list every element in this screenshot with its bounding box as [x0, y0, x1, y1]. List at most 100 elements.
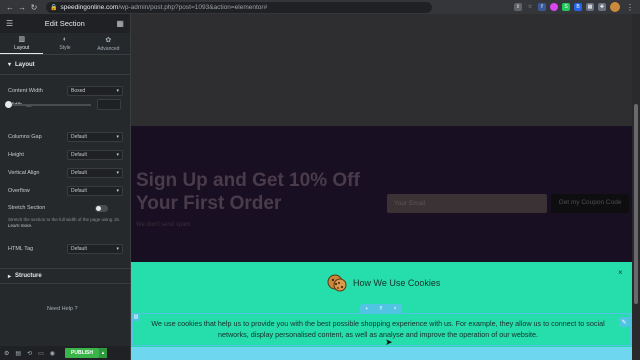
chevron-down-icon: ▾ — [116, 134, 119, 140]
edit-widget-pencil-icon[interactable]: ✎ — [619, 317, 629, 327]
chevron-down-icon: ▾ — [116, 246, 119, 252]
cookie-icon — [327, 274, 347, 292]
select-value: Default — [71, 188, 87, 194]
signup-heading: Sign Up and Get 10% Off Your First Order — [136, 170, 360, 214]
panel-footer: ⚙ ▤ ⟲ ▭ ◉ PUBLISH ▴ — [0, 346, 130, 360]
drag-section-icon[interactable]: ⠿ — [379, 306, 383, 312]
chevron-down-icon: ▾ — [116, 170, 119, 176]
email-field[interactable]: Your Email — [387, 194, 547, 213]
content-width-control: Content Width Boxed ▾ — [8, 85, 123, 97]
tab-style[interactable]: ◐ Style — [43, 33, 86, 54]
preview-scrollbar-thumb[interactable] — [634, 104, 638, 304]
width-slider-track[interactable] — [9, 104, 91, 106]
star-icon[interactable]: ☆ — [526, 3, 534, 11]
tab-label: Layout — [14, 45, 30, 51]
responsive-icon[interactable]: ▭ — [38, 350, 44, 357]
puzzle-icon[interactable]: ✚ — [598, 3, 606, 11]
html-tag-label: HTML Tag — [8, 246, 34, 252]
columns-gap-label: Columns Gap — [8, 134, 42, 140]
signup-subtitle: We don't send spam — [136, 222, 191, 228]
content-width-select[interactable]: Boxed ▾ — [67, 86, 123, 96]
learn-more-link[interactable]: Learn more. — [8, 223, 32, 228]
ext-b-icon[interactable]: B — [574, 3, 582, 11]
add-section-icon[interactable]: + — [365, 306, 368, 312]
signup-section: Sign Up and Get 10% Off Your First Order… — [131, 126, 632, 262]
mouse-cursor-icon: ➤ — [385, 337, 393, 347]
get-coupon-button[interactable]: Get my Coupon Code — [551, 194, 629, 213]
close-icon[interactable]: × — [618, 268, 623, 277]
extension-bar: ⇪ ☆ f S B ▦ ✚ ⋮ — [514, 2, 636, 12]
publish-options-caret-icon[interactable]: ▴ — [98, 348, 107, 358]
structure-section-toggle[interactable]: ▸ Structure — [0, 268, 130, 284]
html-tag-select[interactable]: Default ▾ — [67, 244, 123, 254]
html-tag-control: HTML Tag Default ▾ — [8, 243, 123, 255]
avatar[interactable] — [610, 2, 620, 12]
share-icon[interactable]: ⇪ — [514, 3, 522, 11]
chevron-down-icon: ▾ — [116, 188, 119, 194]
address-bar[interactable]: 🔒 speedingonline.com /wp-admin/post.php?… — [46, 1, 432, 13]
height-control: Height Default ▾ — [8, 149, 123, 161]
caret-right-icon: ▸ — [8, 273, 12, 280]
columns-gap-select[interactable]: Default ▾ — [67, 132, 123, 142]
tab-label: Advanced — [97, 45, 120, 52]
ext-colorwheel-icon[interactable] — [550, 3, 558, 11]
lock-icon: 🔒 — [50, 4, 58, 11]
reload-icon[interactable]: ↻ — [28, 3, 40, 12]
navigator-icon[interactable]: ▤ — [15, 350, 21, 357]
select-value: Default — [71, 134, 87, 140]
layout-icon: ▥ — [18, 36, 25, 43]
ext-s-icon[interactable]: S — [562, 3, 570, 11]
preview-eye-icon[interactable]: ◉ — [50, 350, 55, 357]
overflow-label: Overflow — [8, 188, 30, 194]
overflow-control: Overflow Default ▾ — [8, 185, 123, 197]
url-host: speedingonline.com — [60, 3, 119, 11]
section-handle[interactable]: + ⠿ × — [360, 304, 402, 313]
stretch-section-control: Stretch Section — [8, 202, 108, 214]
panel-tabs: ▥ Layout ◐ Style ✿ Advanced — [0, 33, 130, 55]
section-title: Layout — [15, 61, 35, 68]
more-icon[interactable]: ⋮ — [624, 3, 636, 12]
content-width-label: Content Width — [8, 88, 43, 94]
delete-section-icon[interactable]: × — [394, 306, 397, 312]
need-help-label: Need Help — [47, 306, 73, 312]
select-value: Boxed — [71, 88, 86, 94]
panel-header: ☰ Edit Section ▦ — [0, 14, 130, 33]
vertical-align-select[interactable]: Default ▾ — [67, 168, 123, 178]
select-value: Default — [71, 170, 87, 176]
layout-section-toggle[interactable]: ▾ Layout — [0, 55, 130, 75]
cookie-title: How We Use Cookies — [353, 278, 441, 288]
ext-f-icon[interactable]: f — [538, 3, 546, 11]
overflow-select[interactable]: Default ▾ — [67, 186, 123, 196]
stretch-help-text: Stretch the section to the full width of… — [8, 217, 123, 230]
widgets-grid-icon[interactable]: ▦ — [116, 19, 124, 28]
help-text: Stretch the section to the full width of… — [8, 217, 121, 222]
help-icon: ? — [74, 306, 78, 312]
caret-down-icon: ▾ — [8, 62, 12, 68]
tab-advanced[interactable]: ✿ Advanced — [87, 33, 130, 54]
back-icon[interactable]: ← — [4, 3, 16, 12]
panel-title: Edit Section — [44, 19, 85, 28]
chevron-down-icon: ▾ — [116, 88, 119, 94]
columns-gap-control: Columns Gap Default ▾ — [8, 131, 123, 143]
forward-icon[interactable]: → — [16, 3, 28, 12]
preview-canvas: Sign Up and Get 10% Off Your First Order… — [131, 14, 632, 360]
section-title: Structure — [15, 273, 42, 279]
cookie-notice-section: × How We Use Cookies + ⠿ × ▥ We use cook… — [131, 262, 632, 360]
publish-button[interactable]: PUBLISH — [65, 348, 99, 358]
width-input[interactable] — [97, 99, 121, 110]
height-select[interactable]: Default ▾ — [67, 150, 123, 160]
tab-label: Style — [59, 45, 71, 51]
need-help-link[interactable]: Need Help ? — [47, 306, 78, 312]
menu-icon[interactable]: ☰ — [6, 19, 13, 28]
browser-toolbar: ← → ↻ 🔒 speedingonline.com /wp-admin/pos… — [0, 0, 640, 14]
gear-icon: ✿ — [105, 36, 112, 44]
ext-grid-icon[interactable]: ▦ — [586, 3, 594, 11]
stretch-section-toggle[interactable] — [95, 204, 108, 212]
tab-layout[interactable]: ▥ Layout — [0, 33, 44, 54]
history-icon[interactable]: ⟲ — [27, 350, 32, 357]
cookie-heading: How We Use Cookies — [327, 274, 440, 292]
height-label: Height — [8, 152, 24, 158]
width-slider-handle[interactable] — [5, 101, 12, 108]
settings-icon[interactable]: ⚙ — [4, 350, 9, 357]
style-icon: ◐ — [62, 36, 68, 43]
